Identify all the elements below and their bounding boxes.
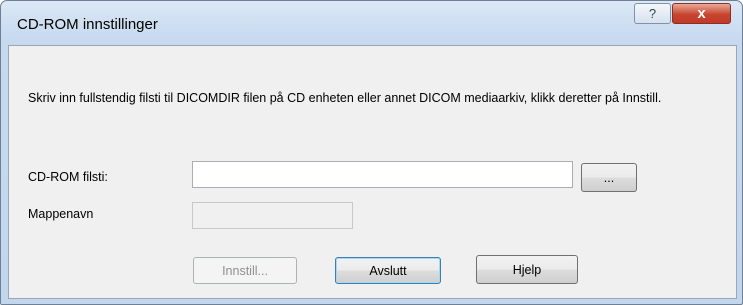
- apply-button-label: Innstill...: [222, 263, 268, 278]
- close-button[interactable]: x: [672, 3, 731, 24]
- browse-button[interactable]: ...: [581, 163, 637, 192]
- dialog-window: CD-ROM innstillinger ? x Skriv inn fulls…: [0, 0, 743, 305]
- folder-name-label: Mappenavn: [28, 207, 94, 221]
- browse-button-label: ...: [603, 170, 615, 185]
- window-title: CD-ROM innstillinger: [17, 16, 158, 33]
- help-button[interactable]: Hjelp: [476, 255, 578, 284]
- exit-button-label: Avslutt: [369, 263, 407, 278]
- instruction-text: Skriv inn fullstendig filsti til DICOMDI…: [28, 91, 662, 105]
- close-icon: x: [697, 5, 706, 22]
- folder-name-input: [192, 202, 353, 229]
- help-title-button[interactable]: ?: [634, 3, 671, 24]
- apply-button: Innstill...: [193, 257, 297, 284]
- exit-button[interactable]: Avslutt: [335, 257, 441, 284]
- question-icon: ?: [648, 6, 657, 21]
- cdrom-path-label: CD-ROM filsti:: [28, 170, 108, 184]
- cdrom-path-input[interactable]: [192, 161, 573, 188]
- help-button-label: Hjelp: [512, 262, 542, 277]
